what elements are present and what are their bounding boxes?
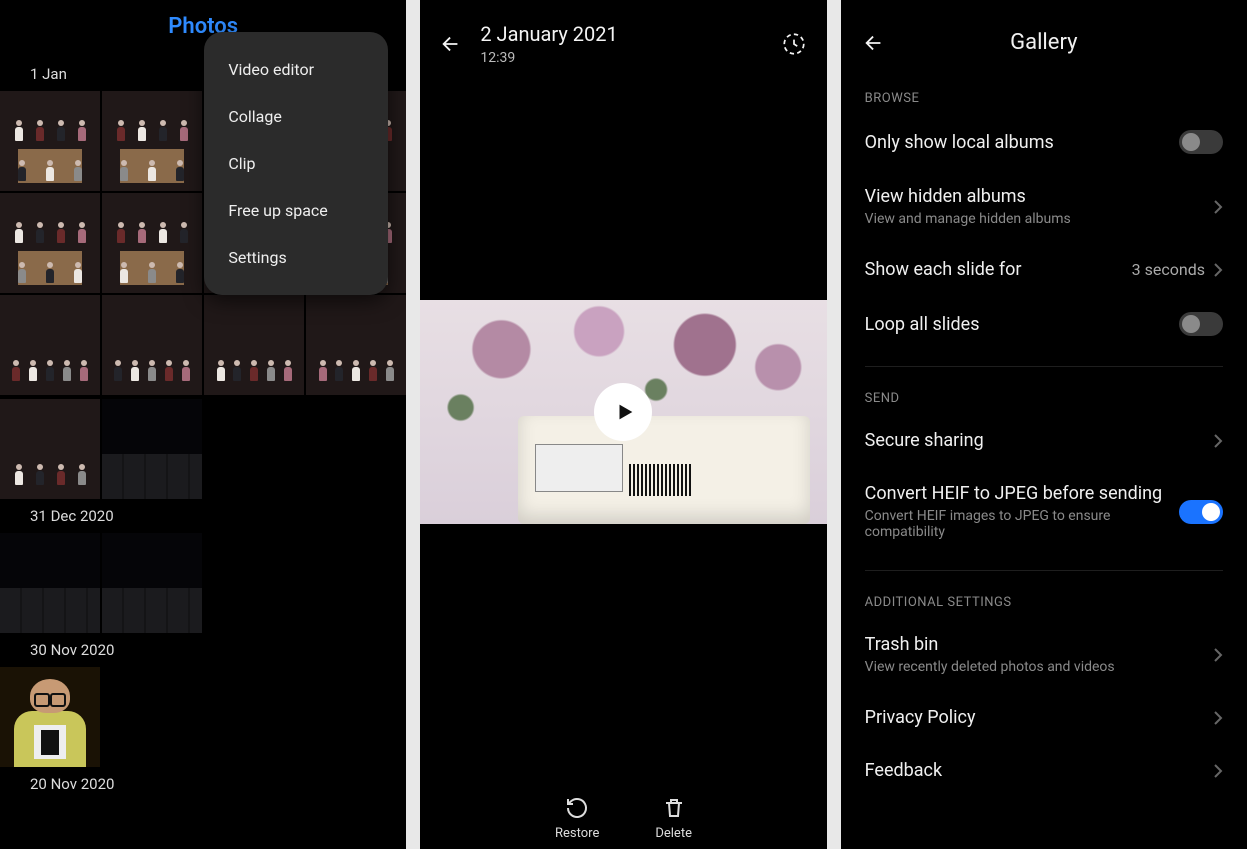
slide-duration-value: 3 seconds: [1132, 260, 1205, 279]
chevron-right-icon: [1213, 763, 1223, 779]
chevron-right-icon: [1213, 710, 1223, 726]
row-local-albums[interactable]: Only show local albums: [841, 114, 1247, 170]
trash-icon: [662, 796, 686, 820]
restore-icon: [565, 796, 589, 820]
photo-thumb[interactable]: [0, 399, 100, 499]
row-heif-convert[interactable]: Convert HEIF to JPEG before sending Conv…: [841, 467, 1247, 556]
arrow-left-icon: [440, 33, 462, 55]
photo-thumb[interactable]: [306, 295, 406, 395]
divider: [865, 570, 1223, 571]
play-icon: [614, 401, 636, 423]
chevron-right-icon: [1213, 433, 1223, 449]
photo-thumb[interactable]: [0, 667, 100, 767]
row-slide-duration[interactable]: Show each slide for 3 seconds: [841, 243, 1247, 296]
photo-thumb[interactable]: [102, 533, 202, 633]
photos-screen: Photos 1 Jan: [0, 0, 406, 849]
photo-thumb[interactable]: [0, 533, 100, 633]
menu-settings[interactable]: Settings: [204, 234, 388, 281]
overflow-menu: Video editor Collage Clip Free up space …: [204, 32, 388, 295]
video-thumb[interactable]: 3:55: [102, 399, 202, 499]
menu-clip[interactable]: Clip: [204, 140, 388, 187]
viewer-time: 12:39: [480, 50, 762, 66]
row-loop-slides[interactable]: Loop all slides: [841, 296, 1247, 352]
chevron-right-icon: [1213, 647, 1223, 663]
row-secure-sharing[interactable]: Secure sharing: [841, 414, 1247, 467]
viewer-header: 2 January 2021 12:39: [420, 0, 826, 84]
photo-thumb[interactable]: [102, 193, 202, 293]
thumb-grid-2: [0, 531, 406, 635]
section-send-label: SEND: [841, 381, 1247, 414]
photo-thumb[interactable]: [204, 295, 304, 395]
date-group-3: 30 Nov 2020: [0, 635, 406, 665]
section-browse-label: BROWSE: [841, 81, 1247, 114]
viewer-action-bar: Restore Delete: [420, 796, 826, 841]
restore-button[interactable]: Restore: [555, 796, 599, 841]
menu-collage[interactable]: Collage: [204, 93, 388, 140]
cloud-sync-icon: [781, 31, 807, 57]
photo-thumb[interactable]: [0, 91, 100, 191]
sync-button[interactable]: [781, 31, 807, 57]
viewer-screen: 2 January 2021 12:39 Restore Delete: [420, 0, 826, 849]
play-circle-icon: [153, 481, 167, 495]
viewer-title-block: 2 January 2021 12:39: [480, 22, 762, 66]
section-additional-label: ADDITIONAL SETTINGS: [841, 585, 1247, 618]
menu-video-editor[interactable]: Video editor: [204, 46, 388, 93]
video-preview[interactable]: [420, 300, 826, 524]
menu-free-up-space[interactable]: Free up space: [204, 187, 388, 234]
delete-button[interactable]: Delete: [655, 796, 692, 841]
thumb-grid-1b: 3:55: [0, 397, 406, 501]
delete-label: Delete: [655, 826, 692, 841]
settings-title: Gallery: [863, 30, 1225, 55]
row-trash-bin[interactable]: Trash bin View recently deleted photos a…: [841, 618, 1247, 691]
chevron-right-icon: [1213, 262, 1223, 278]
photo-thumb[interactable]: [102, 91, 202, 191]
photo-thumb[interactable]: [102, 295, 202, 395]
thumb-grid-3: [0, 665, 406, 769]
settings-header: Gallery: [841, 0, 1247, 81]
row-hidden-albums[interactable]: View hidden albums View and manage hidde…: [841, 170, 1247, 243]
viewer-date: 2 January 2021: [480, 22, 762, 46]
divider: [865, 366, 1223, 367]
photo-thumb[interactable]: [0, 193, 100, 293]
row-privacy-policy[interactable]: Privacy Policy: [841, 691, 1247, 744]
photo-thumb[interactable]: [0, 295, 100, 395]
toggle-loop-slides[interactable]: [1179, 312, 1223, 336]
row-feedback[interactable]: Feedback: [841, 744, 1247, 797]
toggle-local-albums[interactable]: [1179, 130, 1223, 154]
toggle-heif-convert[interactable]: [1179, 500, 1223, 524]
date-group-2: 31 Dec 2020: [0, 501, 406, 531]
restore-label: Restore: [555, 826, 599, 841]
date-group-4: 20 Nov 2020: [0, 769, 406, 799]
back-button[interactable]: [440, 33, 462, 55]
gallery-settings-screen: Gallery BROWSE Only show local albums Vi…: [841, 0, 1247, 849]
chevron-right-icon: [1213, 199, 1223, 215]
video-duration-badge: 3:55: [153, 480, 196, 495]
